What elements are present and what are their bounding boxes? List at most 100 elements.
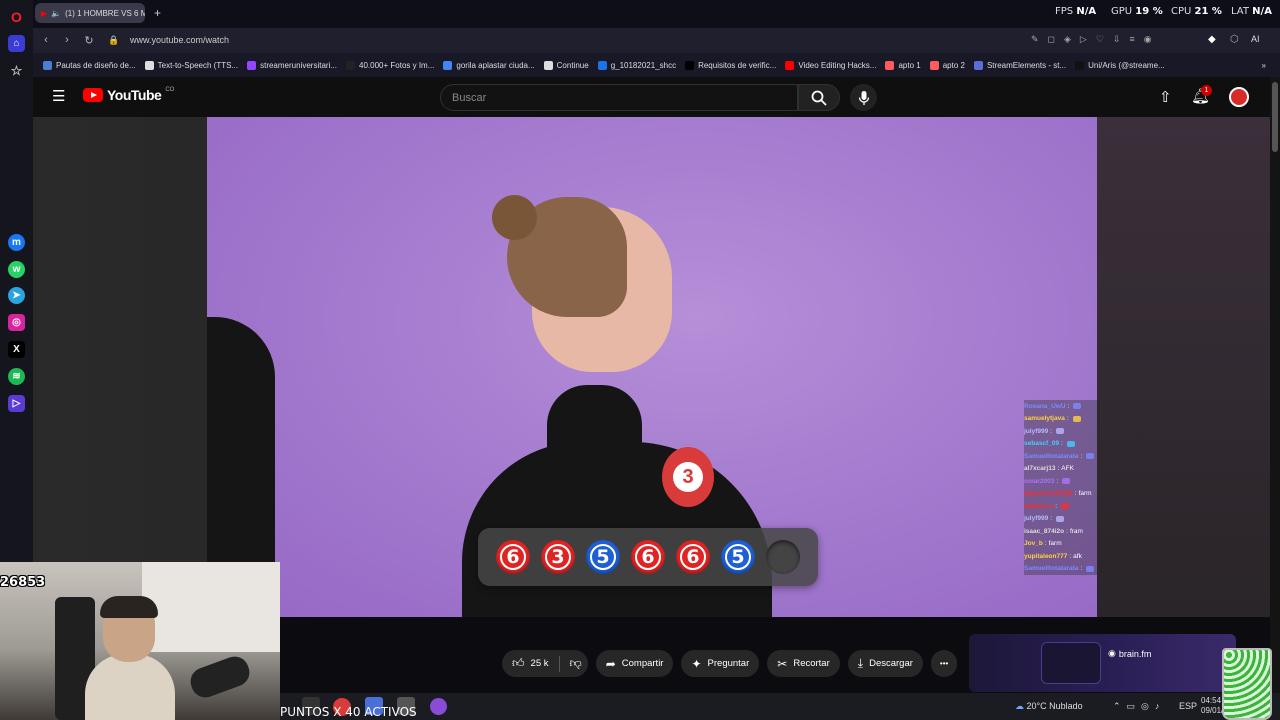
chat-username: Adimos.a <box>1024 502 1054 510</box>
brainfm-logo-icon: ◉ <box>1108 648 1116 658</box>
chat-message: al7xcarj13: AFK <box>1024 462 1100 475</box>
ai-button[interactable]: AI <box>1251 34 1260 44</box>
youtube-logo-text: YouTube <box>107 87 162 103</box>
ad-banner[interactable] <box>969 634 1236 692</box>
youtube-favicon-icon: ▶ <box>41 8 48 18</box>
messenger-icon[interactable]: m <box>8 234 25 251</box>
language-indicator[interactable]: ESP <box>1179 701 1197 711</box>
bookmark-item[interactable]: streameruniversitari... <box>247 60 337 70</box>
bookmark-item[interactable]: gorila aplastar ciuda... <box>443 60 535 70</box>
bookmark-item[interactable]: Pautas de diseño de... <box>43 60 136 70</box>
share-icon: ➦ <box>605 656 616 671</box>
video-background-right <box>1097 117 1270 617</box>
telegram-icon[interactable]: ➤ <box>8 287 25 304</box>
x-twitter-icon[interactable]: X <box>8 341 25 358</box>
chat-message: papucho122356: farm <box>1024 487 1100 500</box>
fps-readout: FPS N/A <box>1055 6 1097 17</box>
bookmark-item[interactable]: Requisitos de verific... <box>685 60 776 70</box>
bookmark-favicon-icon <box>785 60 795 70</box>
chat-separator: : <box>1050 427 1053 435</box>
like-button[interactable]: 👍︎ 25 k 👎︎ <box>502 650 588 677</box>
opera-logo-icon[interactable]: O <box>8 8 25 25</box>
chat-message: yupitaleon777: afk <box>1024 550 1100 563</box>
chat-separator: : <box>1061 440 1063 448</box>
chat-overlay: Roxana_UwU: samuelytjava: julyf999: sebascf… <box>1024 400 1100 576</box>
search-input[interactable]: Buscar <box>440 84 798 111</box>
speaker-icon[interactable]: 🔈 <box>51 9 61 18</box>
url-field[interactable]: www.youtube.com/watch <box>130 35 229 45</box>
bookmark-favicon-icon <box>346 60 356 70</box>
bookmark-item[interactable]: Video Editing Hacks... <box>785 60 876 70</box>
system-tray-icons[interactable]: ⌃▭◎♪ <box>1113 701 1165 712</box>
bookmark-item[interactable]: apto 2 <box>929 60 965 70</box>
bookmark-item[interactable]: Continue <box>543 60 589 70</box>
bookmark-label: g_10182021_shcc <box>610 60 677 70</box>
number-ball: 6 <box>676 540 710 574</box>
chat-emote-icon <box>1062 478 1071 485</box>
gpu-readout: GPU 19 % <box>1111 6 1163 17</box>
bookmark-item[interactable]: g_10182021_shcc <box>597 60 677 70</box>
bookmark-favicon-icon <box>685 60 695 70</box>
cube-icon[interactable]: ⬡ <box>1230 34 1239 45</box>
chat-message: samuelytjava: <box>1024 412 1100 425</box>
ad-brand: ◉ brain.fm <box>1108 648 1152 659</box>
weather-widget[interactable]: ☁︎ 20°C Nublado <box>1015 701 1083 712</box>
bookmark-favicon-icon <box>1075 60 1085 70</box>
number-ball: 5 <box>586 540 620 574</box>
number-ball: 6 <box>496 540 530 574</box>
forward-icon[interactable]: › <box>60 33 74 47</box>
chat-message: isaac_874i2o: fram <box>1024 525 1100 538</box>
bookmark-label: apto 1 <box>898 60 921 70</box>
address-bar-tools[interactable]: ✎◻◈▷♡⇩≡◉ <box>1031 34 1161 45</box>
chat-username: julyf999 <box>1024 427 1049 435</box>
whatsapp-icon[interactable]: w <box>8 261 25 278</box>
youtube-country-code: CO <box>165 87 175 93</box>
chat-message: omar2003: <box>1024 475 1100 488</box>
bookmark-item[interactable]: apto 1 <box>885 60 921 70</box>
extension-icon[interactable]: ◆ <box>1208 34 1216 45</box>
bookmark-item[interactable]: Uni/Aris (@streame... <box>1075 60 1165 70</box>
bookmark-item[interactable]: StreamElements - st... <box>973 60 1067 70</box>
ad-device-image <box>1041 642 1101 684</box>
avatar[interactable] <box>1229 87 1249 107</box>
back-icon[interactable]: ‹ <box>39 33 53 47</box>
clip-button[interactable]: ✂ Recortar <box>767 650 840 677</box>
chat-emote-icon <box>1072 415 1081 422</box>
youtube-logo[interactable]: YouTube CO <box>83 87 174 103</box>
reload-icon[interactable]: ↻ <box>82 33 96 47</box>
thumbs-down-icon[interactable]: 👎︎ <box>570 656 582 671</box>
create-upload-icon[interactable]: ⇧ <box>1159 88 1172 106</box>
chat-username: sebascf_09 <box>1024 440 1060 448</box>
spotify-icon[interactable]: ≋ <box>8 368 25 385</box>
menu-icon[interactable]: ☰ <box>52 87 65 105</box>
chat-separator: : <box>1080 565 1083 573</box>
bookmark-item[interactable]: Text-to-Speech (TTS... <box>144 60 238 70</box>
taskbar-app-icon[interactable] <box>430 698 447 715</box>
more-actions-button[interactable]: ••• <box>930 650 958 677</box>
pinboard-icon[interactable]: ☆ <box>8 62 25 79</box>
chat-message: Adimos.a: <box>1024 500 1100 513</box>
bookmarks-overflow-icon[interactable]: » <box>1262 61 1266 70</box>
share-button[interactable]: ➦ Compartir <box>595 650 674 677</box>
search-button[interactable] <box>798 84 840 111</box>
chat-username: Samuelitotatarata <box>1024 452 1079 460</box>
instagram-icon[interactable]: ◎ <box>8 314 25 331</box>
tab-active[interactable]: ▶ 🔈 (1) 1 HOMBRE VS 6 M <box>35 3 145 23</box>
webcam-mug <box>1222 648 1272 720</box>
ask-button[interactable]: ✦ Preguntar <box>681 650 760 677</box>
player-icon[interactable]: ▷ <box>8 395 25 412</box>
bookmark-favicon-icon <box>247 60 257 70</box>
chat-message: sebascf_09: <box>1024 437 1100 450</box>
voice-search-button[interactable] <box>850 84 877 111</box>
chat-separator: : <box>1055 502 1058 510</box>
chat-username: Jov_b <box>1024 540 1043 548</box>
page-scrollbar[interactable] <box>1270 77 1280 720</box>
bookmark-label: StreamElements - st... <box>986 60 1067 70</box>
new-tab-button[interactable]: + <box>154 6 161 20</box>
page-scrollbar-thumb[interactable] <box>1272 82 1278 152</box>
home-icon[interactable]: ⌂ <box>8 35 25 52</box>
download-button[interactable]: ⤓ Descargar <box>847 650 923 677</box>
clock[interactable]: 04:54 09/01/ <box>1201 696 1223 716</box>
bookmark-item[interactable]: 40.000+ Fotos y Im... <box>346 60 434 70</box>
chat-username: omar2003 <box>1024 477 1055 485</box>
